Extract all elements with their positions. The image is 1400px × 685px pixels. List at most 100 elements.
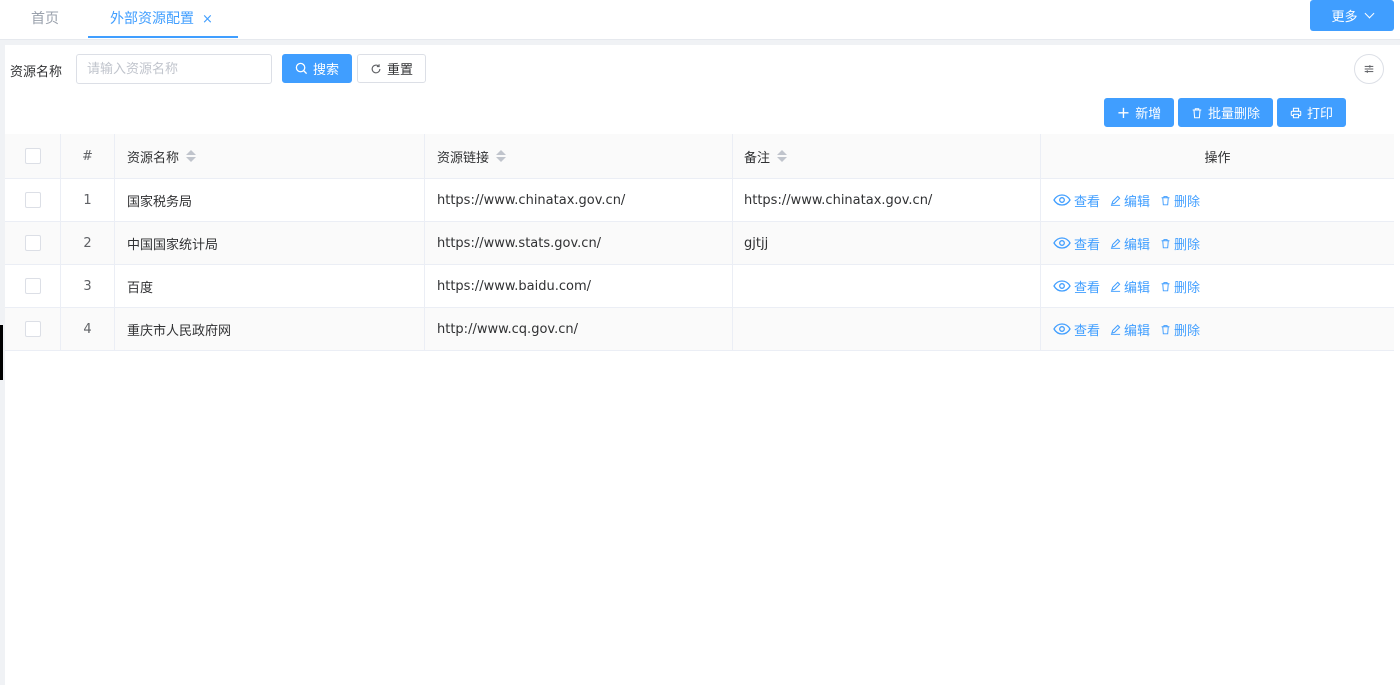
row-note: gjtjj — [733, 222, 1041, 264]
delete-label: 删除 — [1174, 194, 1201, 210]
edit-button[interactable]: 编辑 — [1110, 320, 1150, 339]
batch-delete-button[interactable]: 批量删除 — [1178, 98, 1273, 127]
sort-icon[interactable] — [777, 150, 788, 162]
edit-button[interactable]: 编辑 — [1110, 277, 1150, 296]
reset-button[interactable]: 重置 — [357, 54, 426, 83]
row-url: https://www.stats.gov.cn/ — [425, 222, 733, 264]
delete-button[interactable]: 删除 — [1160, 277, 1200, 296]
row-name: 国家税务局 — [115, 179, 425, 221]
row-index: 3 — [61, 265, 115, 307]
trash-icon — [1161, 238, 1170, 248]
add-button[interactable]: + 新增 — [1104, 98, 1174, 127]
row-ops: 查看 编辑 删除 — [1041, 265, 1394, 307]
row-checkbox[interactable] — [24, 321, 41, 337]
header-index: # — [61, 134, 115, 178]
batch-delete-button-label: 批量删除 — [1207, 107, 1260, 122]
view-label: 查看 — [1074, 280, 1101, 296]
header-index-label: # — [82, 148, 93, 164]
pencil-icon — [1110, 281, 1121, 292]
delete-button[interactable]: 删除 — [1160, 191, 1200, 210]
printer-icon — [1290, 107, 1302, 118]
row-ops: 查看 编辑 删除 — [1041, 179, 1394, 221]
table-row: 3 百度 https://www.baidu.com/ 查看 编辑 删除 — [5, 265, 1394, 308]
search-button-label: 搜索 — [312, 63, 339, 78]
row-name: 百度 — [115, 265, 425, 307]
select-all-checkbox[interactable] — [24, 148, 41, 164]
header-name[interactable]: 资源名称 — [115, 134, 425, 178]
sort-icon[interactable] — [186, 150, 197, 162]
row-name: 重庆市人民政府网 — [115, 308, 425, 350]
row-checkbox[interactable] — [24, 192, 41, 208]
more-button[interactable]: 更多 — [1310, 0, 1394, 31]
delete-label: 删除 — [1174, 280, 1201, 296]
header-ops: 操作 — [1041, 134, 1394, 178]
edit-label: 编辑 — [1124, 280, 1151, 296]
delete-button[interactable]: 删除 — [1160, 320, 1200, 339]
print-button[interactable]: 打印 — [1277, 98, 1346, 127]
column-settings-button[interactable] — [1354, 54, 1384, 84]
tab-external-resources-label: 外部资源配置 — [110, 11, 194, 27]
tab-external-resources[interactable]: 外部资源配置 × — [88, 0, 238, 38]
edge-marker — [0, 325, 3, 380]
sliders-icon — [1364, 65, 1374, 73]
eye-icon — [1053, 237, 1071, 249]
row-index: 1 — [61, 179, 115, 221]
edit-button[interactable]: 编辑 — [1110, 234, 1150, 253]
refresh-icon — [371, 63, 381, 73]
row-checkbox[interactable] — [24, 235, 41, 251]
print-button-label: 打印 — [1306, 107, 1333, 122]
delete-label: 删除 — [1174, 323, 1201, 339]
resource-table: # 资源名称 资源链接 备注 操作 1 国家税务局 https://www.ch… — [5, 134, 1394, 351]
sort-icon[interactable] — [496, 150, 507, 162]
header-select-cell — [5, 134, 61, 178]
edit-label: 编辑 — [1124, 194, 1151, 210]
table-row: 2 中国国家统计局 https://www.stats.gov.cn/ gjtj… — [5, 222, 1394, 265]
eye-icon — [1053, 194, 1071, 206]
row-select-cell — [5, 222, 61, 264]
pencil-icon — [1110, 324, 1121, 335]
search-icon — [295, 62, 308, 75]
row-url: https://www.chinatax.gov.cn/ — [425, 179, 733, 221]
header-note[interactable]: 备注 — [733, 134, 1041, 178]
row-note: https://www.chinatax.gov.cn/ — [733, 179, 1041, 221]
tab-home-label: 首页 — [31, 11, 59, 27]
header-ops-label: 操作 — [1204, 150, 1231, 166]
table-row: 1 国家税务局 https://www.chinatax.gov.cn/ htt… — [5, 179, 1394, 222]
trash-icon — [1192, 107, 1202, 118]
delete-button[interactable]: 删除 — [1160, 234, 1200, 253]
search-label: 资源名称 — [10, 65, 63, 80]
header-url[interactable]: 资源链接 — [425, 134, 733, 178]
view-label: 查看 — [1074, 237, 1101, 253]
row-select-cell — [5, 308, 61, 350]
eye-icon — [1053, 280, 1071, 292]
view-button[interactable]: 查看 — [1053, 234, 1100, 253]
close-icon[interactable]: × — [202, 12, 213, 27]
edit-label: 编辑 — [1124, 237, 1151, 253]
plus-icon: + — [1116, 102, 1131, 122]
header-name-label: 资源名称 — [127, 150, 180, 166]
view-button[interactable]: 查看 — [1053, 191, 1100, 210]
trash-icon — [1161, 324, 1170, 334]
header-note-label: 备注 — [744, 150, 771, 166]
row-select-cell — [5, 265, 61, 307]
row-ops: 查看 编辑 删除 — [1041, 308, 1394, 350]
pencil-icon — [1110, 195, 1121, 206]
view-label: 查看 — [1074, 323, 1101, 339]
row-note — [733, 308, 1041, 350]
eye-icon — [1053, 323, 1071, 335]
search-button[interactable]: 搜索 — [282, 54, 352, 83]
tabs-bar: 首页 外部资源配置 × 更多 — [0, 0, 1400, 40]
view-button[interactable]: 查看 — [1053, 320, 1100, 339]
row-url: http://www.cq.gov.cn/ — [425, 308, 733, 350]
edit-button[interactable]: 编辑 — [1110, 191, 1150, 210]
row-checkbox[interactable] — [24, 278, 41, 294]
main-panel: 资源名称 搜索 重置 + 新增 批量删除 打印 # 资源名称 资源链接 备注 操… — [5, 45, 1400, 685]
trash-icon — [1161, 281, 1170, 291]
trash-icon — [1161, 195, 1170, 205]
search-input[interactable] — [76, 54, 272, 84]
view-button[interactable]: 查看 — [1053, 277, 1100, 296]
edit-label: 编辑 — [1124, 323, 1151, 339]
chevron-down-icon — [1364, 8, 1374, 19]
add-button-label: 新增 — [1135, 107, 1162, 122]
tab-home[interactable]: 首页 — [31, 0, 59, 38]
